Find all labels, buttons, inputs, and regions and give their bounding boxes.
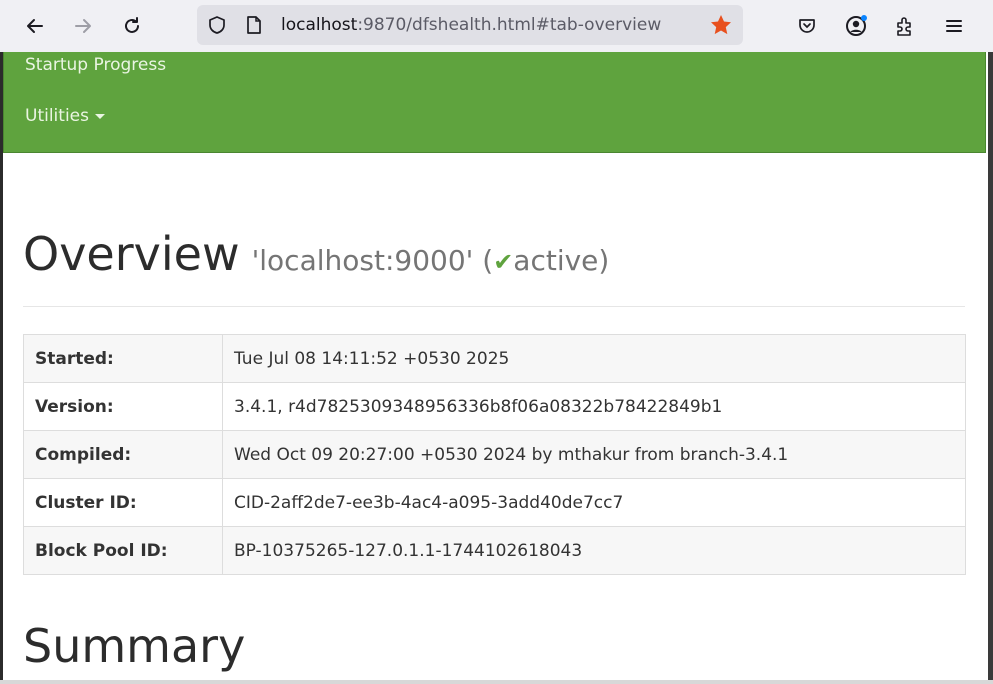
extensions-icon[interactable] xyxy=(891,12,919,40)
url-bar[interactable]: localhost:9870/dfshealth.html#tab-overvi… xyxy=(197,5,743,45)
host-text: 'localhost:9000' ( xyxy=(251,244,494,277)
page-title: Overview 'localhost:9000' (✔active) xyxy=(23,227,609,281)
overview-title: Overview xyxy=(23,227,240,281)
url-host: localhost xyxy=(281,15,358,35)
menu-icon[interactable] xyxy=(940,12,968,40)
overview-host: 'localhost:9000' (✔active) xyxy=(252,244,610,277)
shield-icon[interactable] xyxy=(207,15,227,35)
url-path: :9870/dfshealth.html#tab-overview xyxy=(357,15,662,35)
row-value: Wed Oct 09 20:27:00 +0530 2024 by mthaku… xyxy=(222,430,966,479)
caret-down-icon xyxy=(94,113,105,119)
row-label: Version: xyxy=(23,382,223,431)
summary-title: Summary xyxy=(23,619,246,673)
status-text: active xyxy=(513,244,599,277)
pocket-icon[interactable] xyxy=(793,12,821,40)
table-row: Version: 3.4.1, r4d7825309348956336b8f06… xyxy=(23,382,966,431)
row-label: Cluster ID: xyxy=(23,478,223,527)
table-row: Started: Tue Jul 08 14:11:52 +0530 2025 xyxy=(23,334,966,383)
row-value: 3.4.1, r4d7825309348956336b8f06a08322b78… xyxy=(222,382,966,431)
forward-icon[interactable] xyxy=(68,11,98,41)
overview-header: Overview 'localhost:9000' (✔active) xyxy=(23,227,965,307)
host-close: ) xyxy=(598,244,610,277)
check-icon: ✔ xyxy=(493,248,514,276)
table-row: Cluster ID: CID-2aff2de7-ee3b-4ac4-a095-… xyxy=(23,478,966,527)
browser-toolbar: localhost:9870/dfshealth.html#tab-overvi… xyxy=(0,0,993,52)
window-edge xyxy=(988,52,993,680)
row-value: BP-10375265-127.0.1.1-1744102618043 xyxy=(222,526,966,575)
row-label: Compiled: xyxy=(23,430,223,479)
window-bottom-edge xyxy=(0,680,993,684)
account-icon[interactable] xyxy=(842,12,870,40)
navbar: Startup Progress Utilities xyxy=(3,52,986,153)
row-label: Block Pool ID: xyxy=(23,526,223,575)
back-icon[interactable] xyxy=(20,11,50,41)
row-value: Tue Jul 08 14:11:52 +0530 2025 xyxy=(222,334,966,383)
page-icon[interactable] xyxy=(245,15,263,35)
nav-utilities[interactable]: Utilities xyxy=(25,106,105,126)
row-value: CID-2aff2de7-ee3b-4ac4-a095-3add40de7cc7 xyxy=(222,478,966,527)
table-row: Compiled: Wed Oct 09 20:27:00 +0530 2024… xyxy=(23,430,966,479)
nav-startup-progress[interactable]: Startup Progress xyxy=(25,55,166,75)
nav-utilities-label: Utilities xyxy=(25,106,89,126)
page-viewport: Startup Progress Utilities Overview 'loca… xyxy=(3,52,988,680)
url-text[interactable]: localhost:9870/dfshealth.html#tab-overvi… xyxy=(281,5,701,45)
row-label: Started: xyxy=(23,334,223,383)
bookmark-star-icon[interactable] xyxy=(709,13,733,37)
table-row: Block Pool ID: BP-10375265-127.0.1.1-174… xyxy=(23,526,966,575)
reload-icon[interactable] xyxy=(117,11,147,41)
overview-table: Started: Tue Jul 08 14:11:52 +0530 2025 … xyxy=(23,334,966,575)
